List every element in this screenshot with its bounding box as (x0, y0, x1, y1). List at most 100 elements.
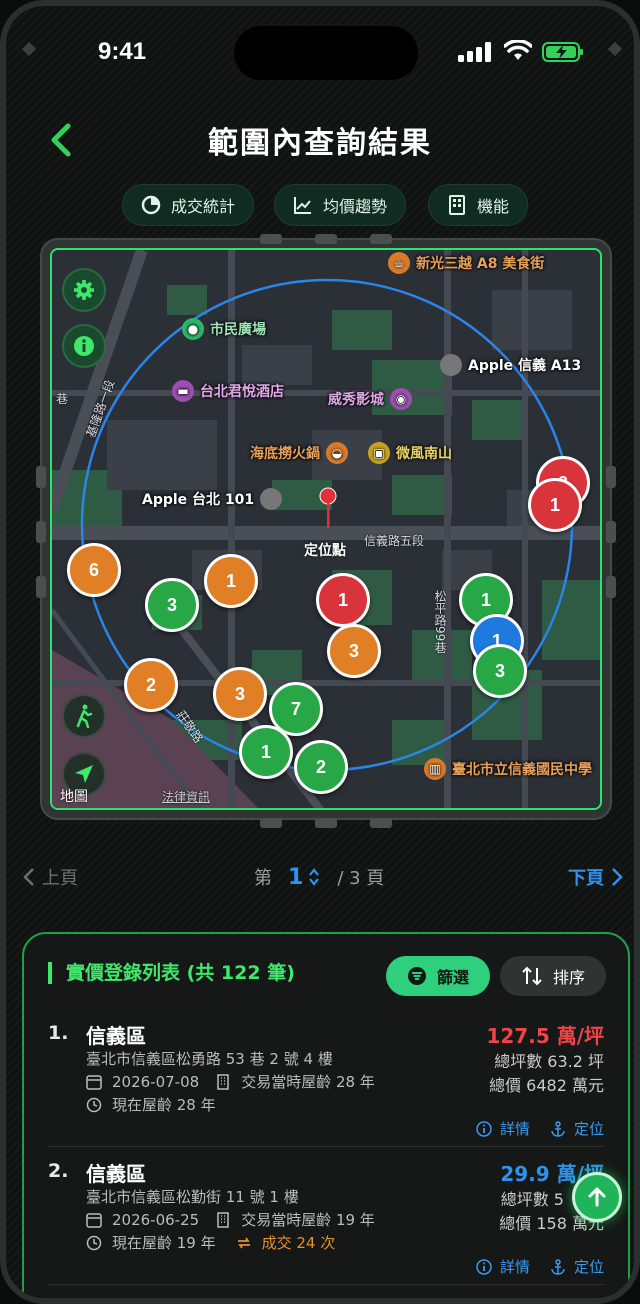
poi-apple-xinyi[interactable]: Apple 信義 A13 (440, 354, 581, 376)
tab-deal-stats[interactable]: 成交統計 (122, 184, 255, 226)
cinema-icon: ◉ (390, 388, 412, 410)
tab-label: 均價趨勢 (323, 197, 388, 216)
cluster-marker[interactable]: 2 (124, 658, 178, 712)
item-index: 1. (48, 1022, 69, 1044)
list-divider (48, 1284, 604, 1285)
item-date: 2026-07-08 (112, 1072, 200, 1091)
map-attribution: 地圖 (60, 789, 88, 805)
cluster-marker[interactable]: 2 (294, 740, 348, 794)
locate-button[interactable]: 定位 (550, 1256, 604, 1277)
legal-link[interactable]: 法律資訊 (162, 788, 210, 805)
poi-breeze-nanshan[interactable]: ▣ 微風南山 (368, 442, 452, 464)
item-district: 信義區 (86, 1296, 146, 1298)
coffee-icon: ☕ (388, 252, 410, 274)
filter-button[interactable]: 篩選 (386, 956, 490, 996)
corner-marker (607, 41, 623, 57)
scroll-to-top-button[interactable] (572, 1172, 622, 1222)
resize-handle[interactable] (370, 234, 392, 244)
item-unit-price: 123.3 萬/坪 (486, 1296, 604, 1298)
resize-handle[interactable] (606, 576, 616, 598)
chevron-right-icon (612, 868, 623, 886)
poi-xinkong-mitsukoshi[interactable]: ☕ 新光三越 A8 美食街 (388, 252, 544, 274)
next-page-button[interactable]: 下頁 (568, 864, 624, 890)
building-icon (449, 195, 465, 215)
sort-button[interactable]: 排序 (500, 956, 606, 996)
item-age-now: 現在屋齡 28 年 (112, 1096, 216, 1114)
poi-vieshow[interactable]: 威秀影城 ◉ (328, 388, 412, 410)
poi-citizen-plaza[interactable]: ● 市民廣場 (182, 318, 266, 340)
info-icon (476, 1258, 492, 1275)
item-age-row: 現在屋齡 19 年 成交 24 次 (86, 1232, 335, 1253)
poi-haidilao[interactable]: 海底撈火鍋 ◒ (250, 442, 348, 464)
resize-handle[interactable] (315, 818, 337, 828)
transaction-list-card: 實價登錄列表 (共 122 筆) 篩選 排序 1. 信義區 臺北市信義區松勇路 … (22, 932, 630, 1298)
map-info-button[interactable] (62, 324, 106, 368)
sort-label: 排序 (552, 968, 585, 987)
status-bar: 9:41 (6, 6, 634, 98)
resize-handle[interactable] (260, 818, 282, 828)
walk-mode-button[interactable] (62, 694, 106, 738)
road-label: 信義路五段 (364, 534, 425, 548)
tab-price-trend[interactable]: 均價趨勢 (274, 184, 407, 226)
resize-handle[interactable] (36, 521, 46, 543)
clock-icon (86, 1097, 102, 1112)
next-label: 下頁 (568, 868, 604, 889)
tab-amenities[interactable]: 機能 (428, 184, 529, 226)
resize-handle[interactable] (36, 576, 46, 598)
item-district: 信義區 (86, 1162, 146, 1186)
page-selector[interactable]: 1 (288, 865, 321, 890)
cellular-signal-icon (458, 42, 491, 62)
resize-handle[interactable] (606, 466, 616, 488)
list-title: 實價登錄列表 (共 122 筆) (48, 962, 295, 984)
cluster-marker[interactable]: 1 (204, 554, 258, 608)
item-address: 臺北市信義區松勤街 11 號 1 樓 (86, 1188, 299, 1206)
map-settings-button[interactable] (62, 268, 106, 312)
item-age-at-deal: 交易當時屋齡 19 年 (241, 1211, 375, 1229)
details-button[interactable]: 詳情 (476, 1118, 530, 1139)
cluster-marker[interactable]: 3 (327, 624, 381, 678)
locate-button[interactable]: 定位 (550, 1118, 604, 1139)
locate-label: 定位 (573, 1258, 604, 1276)
navigation-arrow-icon (75, 765, 93, 783)
item-date-row: 2026-07-08 交易當時屋齡 28 年 (86, 1071, 375, 1092)
prev-label: 上頁 (42, 868, 78, 889)
prev-page-button[interactable]: 上頁 (22, 864, 78, 890)
phone-screen: 9:41 範圍內查詢結果 成交統計 均價趨勢 機能 ☕ 新光三越 A8 美食街 … (0, 0, 640, 1304)
item-district: 信義區 (86, 1024, 146, 1048)
poi-xinyi-junior-high[interactable]: ▥ 臺北市立信義國民中學 (424, 758, 592, 780)
resize-handle[interactable] (606, 521, 616, 543)
cluster-marker[interactable]: 1 (239, 725, 293, 779)
poi-label: 市民廣場 (210, 322, 266, 338)
map-base-layer (52, 250, 600, 808)
status-time: 9:41 (98, 38, 147, 65)
map-view[interactable]: ☕ 新光三越 A8 美食街 ● 市民廣場 Apple 信義 A13 ▬ 台北君悅… (50, 248, 602, 810)
school-icon: ▥ (424, 758, 446, 780)
park-icon: ● (182, 318, 204, 340)
resize-handle[interactable] (370, 818, 392, 828)
cluster-marker[interactable]: 6 (67, 543, 121, 597)
calendar-icon (86, 1212, 102, 1228)
page-indicator: 第 1 / 3 頁 (254, 864, 384, 890)
poi-apple-taipei101[interactable]: Apple 台北 101 (142, 488, 283, 510)
item-age-now: 現在屋齡 19 年 (112, 1234, 216, 1252)
resize-handle[interactable] (36, 466, 46, 488)
cluster-marker[interactable]: 1 (528, 478, 582, 532)
resize-handle[interactable] (260, 234, 282, 244)
details-button[interactable]: 詳情 (476, 1256, 530, 1277)
cluster-marker[interactable]: 1 (316, 573, 370, 627)
resize-handle[interactable] (315, 234, 337, 244)
page-total: / 3 頁 (337, 868, 385, 889)
poi-label: 新光三越 A8 美食街 (416, 256, 545, 272)
location-pin-icon[interactable] (318, 486, 338, 530)
walking-person-icon (76, 704, 93, 728)
cluster-marker[interactable]: 3 (213, 667, 267, 721)
tab-label: 成交統計 (171, 197, 236, 216)
cluster-marker[interactable]: 3 (473, 644, 527, 698)
item-actions: 詳情 定位 (476, 1118, 604, 1139)
cluster-marker[interactable]: 3 (145, 578, 199, 632)
info-icon (74, 336, 94, 356)
filter-label: 篩選 (436, 968, 469, 987)
page-title: 範圍內查詢結果 (208, 126, 432, 161)
poi-grand-hyatt[interactable]: ▬ 台北君悅酒店 (172, 380, 284, 402)
item-deal-count: 成交 24 次 (261, 1234, 336, 1252)
